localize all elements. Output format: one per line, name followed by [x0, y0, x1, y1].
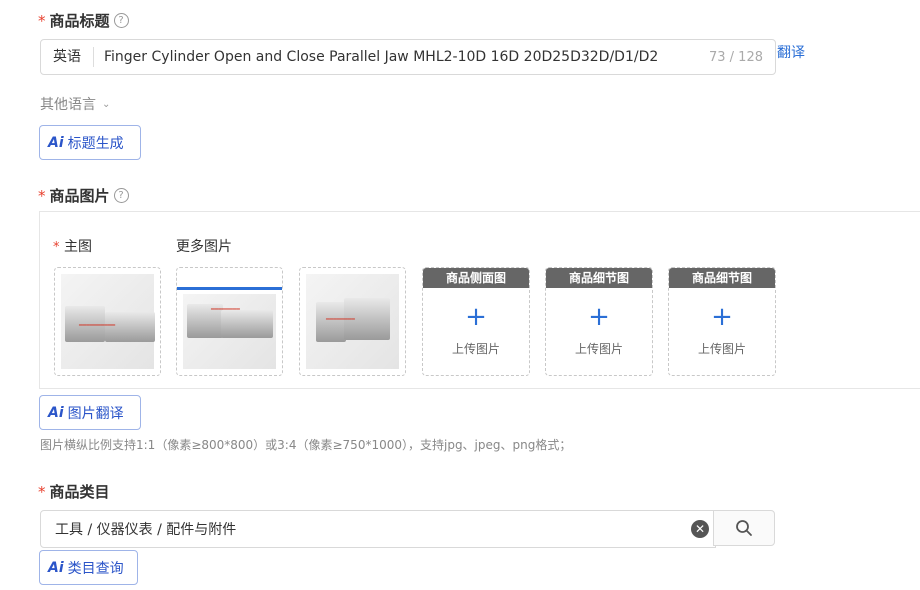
ai-title-generate-button[interactable]: Ai 标题生成 — [39, 125, 141, 160]
upload-slot-side[interactable]: 商品侧面图 + 上传图片 — [422, 267, 530, 376]
ai-category-query-label: 类目查询 — [67, 560, 124, 577]
plus-icon: + — [711, 302, 733, 332]
ai-category-query-button[interactable]: Ai 类目查询 — [39, 550, 138, 585]
watermark-mark: ━━━━━━━━ — [211, 306, 240, 313]
ai-icon: Ai — [48, 559, 64, 576]
category-search-button[interactable] — [713, 510, 775, 546]
watermark-mark: ━━━━━━━━━━ — [79, 322, 116, 329]
product-title-value[interactable]: Finger Cylinder Open and Close Parallel … — [94, 49, 709, 65]
upload-slot-detail-1[interactable]: 商品细节图 + 上传图片 — [545, 267, 653, 376]
other-language-label: 其他语言 — [40, 97, 96, 113]
slot-header: 商品细节图 — [546, 268, 652, 288]
category-input[interactable]: 工具 / 仪器仪表 / 配件与附件 ✕ — [40, 510, 716, 548]
upload-label: 上传图片 — [574, 342, 623, 356]
other-language-toggle[interactable]: 其他语言 ⌄ — [40, 94, 110, 114]
more-image-thumbnail-1[interactable]: ━━━━━━━━ — [176, 267, 283, 376]
main-image-thumbnail[interactable]: ━━━━━━━━━━ — [54, 267, 161, 376]
clear-circle-icon[interactable]: ✕ — [691, 520, 709, 538]
required-mark: * — [53, 240, 60, 255]
ai-image-translate-label: 图片翻译 — [67, 405, 124, 422]
ai-icon: Ai — [48, 134, 64, 151]
plus-icon: + — [588, 302, 610, 332]
required-mark: * — [38, 11, 46, 30]
product-title-label: 商品标题 — [49, 12, 110, 30]
required-mark: * — [38, 482, 46, 501]
category-value[interactable]: 工具 / 仪器仪表 / 配件与附件 — [41, 519, 691, 539]
required-mark: * — [38, 186, 46, 205]
more-images-label: 更多图片 — [176, 239, 232, 255]
main-image-label: 主图 — [63, 239, 92, 255]
ai-image-translate-button[interactable]: Ai 图片翻译 — [39, 395, 141, 430]
question-circle-icon[interactable]: ? — [113, 13, 129, 28]
slot-header: 商品细节图 — [669, 268, 775, 288]
product-photo: ━━━━━━━━ — [306, 274, 399, 369]
char-count: 73 / 128 — [709, 49, 763, 65]
watermark-mark: ━━━━━━━━ — [326, 316, 355, 323]
ai-icon: Ai — [48, 404, 64, 421]
product-photo: ━━━━━━━━ — [183, 294, 276, 369]
question-circle-icon[interactable]: ? — [113, 188, 129, 203]
search-icon — [736, 520, 752, 536]
language-prefix[interactable]: 英语 — [41, 47, 94, 67]
image-format-hint: 图片横纵比例支持1:1（像素≥800*800）或3:4（像素≥750*1000）… — [40, 438, 572, 452]
product-title-input[interactable]: 英语 Finger Cylinder Open and Close Parall… — [40, 39, 776, 75]
ai-title-generate-label: 标题生成 — [67, 135, 124, 152]
more-image-thumbnail-2[interactable]: ━━━━━━━━ — [299, 267, 406, 376]
product-category-label: 商品类目 — [49, 483, 110, 501]
plus-icon: + — [465, 302, 487, 332]
translate-link[interactable]: 翻译 — [777, 42, 805, 62]
slot-header: 商品侧面图 — [423, 268, 529, 288]
upload-label: 上传图片 — [451, 342, 500, 356]
chevron-down-icon: ⌄ — [102, 98, 111, 110]
upload-slot-detail-2[interactable]: 商品细节图 + 上传图片 — [668, 267, 776, 376]
product-image-label: 商品图片 — [49, 187, 110, 205]
upload-label: 上传图片 — [697, 342, 746, 356]
product-photo: ━━━━━━━━━━ — [61, 274, 155, 369]
